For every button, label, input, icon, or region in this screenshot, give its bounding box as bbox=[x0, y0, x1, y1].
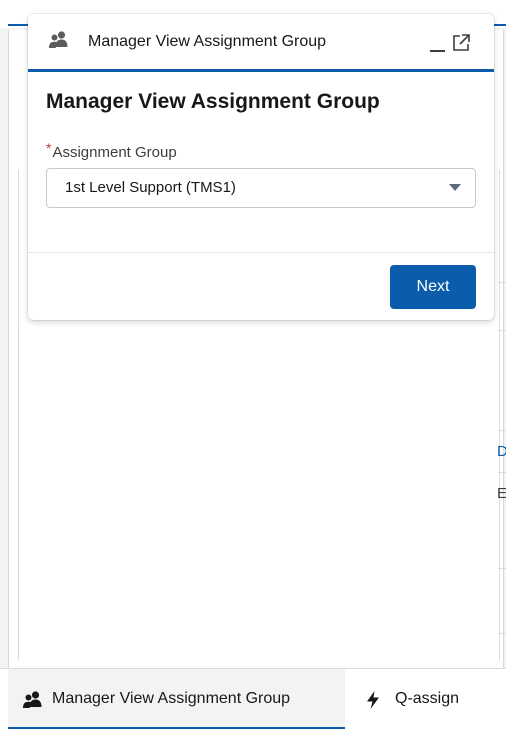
popout-icon[interactable] bbox=[450, 32, 472, 54]
background-row-divider bbox=[498, 430, 506, 431]
group-icon bbox=[22, 690, 44, 710]
lightning-icon bbox=[365, 690, 387, 710]
assignment-group-label: *Assignment Group bbox=[46, 140, 177, 161]
background-text-fragment: E bbox=[497, 485, 506, 502]
utility-item-manager-view-assignment-group[interactable]: Manager View Assignment Group bbox=[8, 669, 345, 729]
utility-panel-title: Manager View Assignment Group bbox=[88, 33, 327, 50]
utility-panel: Manager View Assignment Group Manager Vi… bbox=[28, 14, 494, 320]
utility-panel-footer: Next bbox=[28, 252, 494, 320]
assignment-group-select[interactable]: 1st Level Support (TMS1) bbox=[46, 168, 476, 208]
minimize-icon[interactable] bbox=[426, 32, 448, 54]
background-row-divider bbox=[498, 633, 506, 634]
utility-item-q-assign[interactable]: Q-assign bbox=[345, 669, 506, 727]
background-row-divider bbox=[498, 568, 506, 569]
assignment-group-label-text: Assignment Group bbox=[52, 144, 177, 161]
utility-item-label: Manager View Assignment Group bbox=[52, 690, 291, 707]
flow-heading: Manager View Assignment Group bbox=[46, 90, 380, 113]
required-marker: * bbox=[46, 140, 52, 156]
app-page: D E Manager View Assignment Group Manage… bbox=[0, 0, 506, 729]
group-icon bbox=[48, 30, 70, 50]
background-row-divider bbox=[498, 472, 506, 473]
utility-item-label: Q-assign bbox=[395, 690, 460, 707]
next-button[interactable]: Next bbox=[390, 265, 476, 309]
assignment-group-selected-value: 1st Level Support (TMS1) bbox=[65, 179, 236, 196]
utility-panel-header: Manager View Assignment Group bbox=[28, 14, 494, 72]
utility-bar: Manager View Assignment Group Q-assign bbox=[0, 668, 506, 729]
background-row-divider bbox=[498, 282, 506, 283]
background-row-divider bbox=[498, 330, 506, 331]
caret-down-icon bbox=[449, 184, 461, 191]
background-link-fragment[interactable]: D bbox=[497, 443, 506, 460]
